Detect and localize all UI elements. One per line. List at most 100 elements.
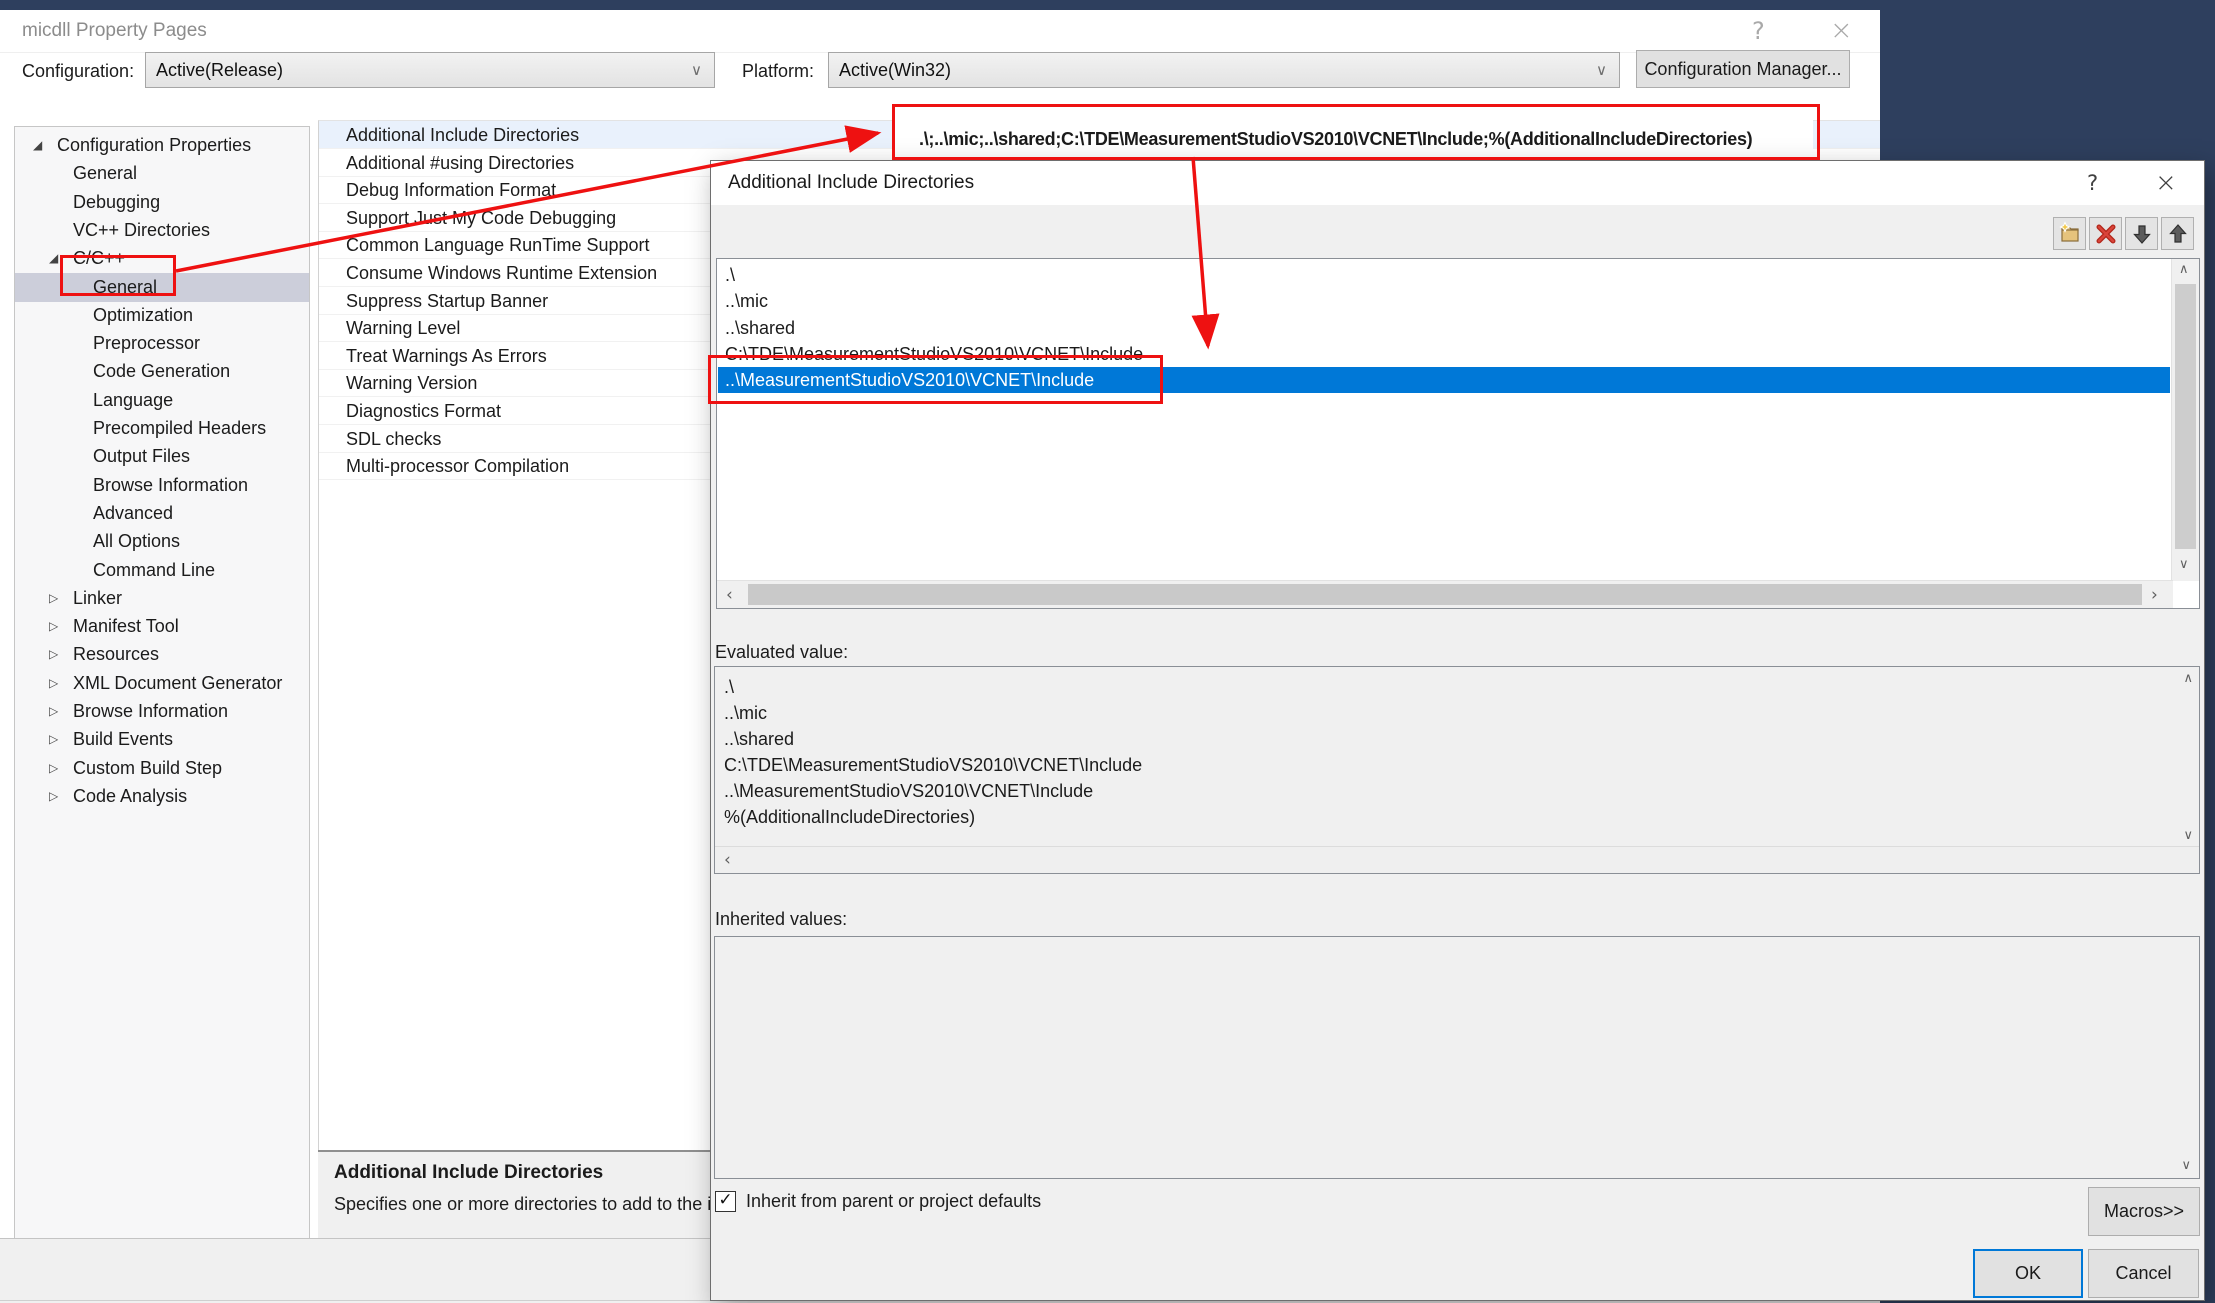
- expander-expanded-icon[interactable]: ◢: [49, 244, 58, 273]
- sidebar-item-output-files[interactable]: Output Files: [15, 442, 309, 471]
- move-up-button[interactable]: [2161, 217, 2194, 250]
- directory-list-item[interactable]: ..\MeasurementStudioVS2010\VCNET\Include: [718, 367, 2170, 393]
- scroll-up-icon[interactable]: ∧: [2179, 262, 2189, 277]
- tree-item-label: Command Line: [93, 556, 215, 585]
- sidebar-item-general[interactable]: General: [15, 273, 309, 302]
- evaluated-value-line: .\: [724, 674, 734, 700]
- move-down-button[interactable]: [2125, 217, 2158, 250]
- expander-collapsed-icon[interactable]: ▷: [49, 612, 58, 641]
- sidebar-item-advanced[interactable]: Advanced: [15, 499, 309, 528]
- tree-item-label: Debugging: [73, 188, 160, 217]
- horizontal-scroll-thumb[interactable]: [748, 584, 2142, 605]
- platform-select[interactable]: Active(Win32) ∨: [828, 52, 1620, 88]
- tree-item-label: Browse Information: [73, 697, 228, 726]
- inherit-defaults-label: Inherit from parent or project defaults: [746, 1191, 1041, 1212]
- directory-list-item[interactable]: ..\mic: [718, 288, 2170, 314]
- macros-button[interactable]: Macros>>: [2088, 1187, 2200, 1236]
- window-help-icon[interactable]: ?: [1752, 10, 1765, 52]
- description-text: Specifies one or more directories to add…: [334, 1194, 721, 1215]
- new-line-icon: [2057, 221, 2083, 247]
- dialog-help-icon[interactable]: ?: [2087, 161, 2098, 205]
- sidebar-item-general[interactable]: General: [15, 159, 309, 188]
- directory-list-item[interactable]: C:\TDE\MeasurementStudioVS2010\VCNET\Inc…: [718, 341, 2170, 367]
- new-line-button[interactable]: [2053, 217, 2086, 250]
- dialog-title: Additional Include Directories: [728, 161, 974, 205]
- sidebar-item-resources[interactable]: ▷Resources: [15, 640, 309, 669]
- expander-expanded-icon[interactable]: ◢: [33, 131, 42, 160]
- evaluated-value-line: %(AdditionalIncludeDirectories): [724, 804, 975, 830]
- window-close-icon[interactable]: ×: [1830, 10, 1853, 52]
- configuration-select[interactable]: Active(Release) ∨: [145, 52, 715, 88]
- dialog-titlebar[interactable]: Additional Include Directories ? ×: [711, 161, 2204, 205]
- scroll-down-icon[interactable]: ∨: [2181, 1158, 2191, 1173]
- expander-collapsed-icon[interactable]: ▷: [49, 782, 58, 811]
- tree-item-label: XML Document Generator: [73, 669, 282, 698]
- ok-button[interactable]: OK: [1973, 1249, 2083, 1298]
- vertical-scroll-thumb[interactable]: [2175, 284, 2196, 549]
- expander-collapsed-icon[interactable]: ▷: [49, 697, 58, 726]
- expander-collapsed-icon[interactable]: ▷: [49, 584, 58, 613]
- tree-item-label: Advanced: [93, 499, 173, 528]
- tree-item-label: Precompiled Headers: [93, 414, 266, 443]
- tree-item-label: Output Files: [93, 442, 190, 471]
- sidebar-item-language[interactable]: Language: [15, 386, 309, 415]
- directory-list-item[interactable]: .\: [718, 262, 2170, 288]
- tree-item-label: Custom Build Step: [73, 754, 222, 783]
- delete-line-icon: [2094, 222, 2118, 246]
- sidebar-item-custom-build-step[interactable]: ▷ Custom Build Step: [15, 754, 309, 783]
- window-title: micdll Property Pages: [22, 10, 207, 52]
- chevron-down-icon: ∨: [691, 53, 702, 87]
- window-titlebar[interactable]: micdll Property Pages ? ×: [0, 10, 1880, 53]
- expander-collapsed-icon[interactable]: ▷: [49, 669, 58, 698]
- delete-line-button[interactable]: [2089, 217, 2122, 250]
- evaluated-value-box: ∧ ∨ ‹ .\..\mic..\sharedC:\TDE\Measuremen…: [714, 666, 2200, 874]
- sidebar-item-precompiled-headers[interactable]: Precompiled Headers: [15, 414, 309, 443]
- sidebar-item-code-analysis[interactable]: ▷ Code Analysis: [15, 782, 309, 811]
- expander-collapsed-icon[interactable]: ▷: [49, 725, 58, 754]
- sidebar-item-code-generation[interactable]: Code Generation: [15, 357, 309, 386]
- sidebar-item-build-events[interactable]: ▷Build Events: [15, 725, 309, 754]
- inherit-defaults-checkbox[interactable]: ✓: [715, 1191, 736, 1212]
- move-down-icon: [2130, 222, 2154, 246]
- sidebar-item-c-c-[interactable]: ◢C/C++: [15, 244, 309, 273]
- evaluated-horizontal-scrollbar[interactable]: ‹: [715, 846, 2199, 873]
- configuration-tree: ◢Configuration PropertiesGeneralDebuggin…: [14, 126, 310, 1246]
- scroll-left-icon[interactable]: ‹: [726, 585, 733, 605]
- tree-item-label: Browse Information: [93, 471, 248, 500]
- tree-item-label: Code Analysis: [73, 782, 187, 811]
- tree-item-label: Optimization: [93, 301, 193, 330]
- sidebar-item-configuration-properties[interactable]: ◢Configuration Properties: [15, 131, 309, 160]
- sidebar-item-xml-document-generator[interactable]: ▷ XML Document Generator: [15, 669, 309, 698]
- scroll-right-icon[interactable]: ›: [2151, 585, 2158, 605]
- tree-item-label: VC++ Directories: [73, 216, 210, 245]
- sidebar-item-vc-directories[interactable]: VC++ Directories: [15, 216, 309, 245]
- sidebar-item-optimization[interactable]: Optimization: [15, 301, 309, 330]
- directory-list-item[interactable]: ..\shared: [718, 315, 2170, 341]
- configuration-manager-button[interactable]: Configuration Manager...: [1636, 50, 1850, 88]
- sidebar-item-manifest-tool[interactable]: ▷ Manifest Tool: [15, 612, 309, 641]
- scroll-left-icon[interactable]: ‹: [724, 850, 731, 870]
- scroll-up-icon[interactable]: ∧: [2183, 671, 2193, 686]
- scroll-down-icon[interactable]: ∨: [2183, 828, 2193, 843]
- scroll-down-icon[interactable]: ∨: [2179, 557, 2189, 572]
- sidebar-item-linker[interactable]: ▷Linker: [15, 584, 309, 613]
- sidebar-item-browse-information[interactable]: Browse Information: [15, 471, 309, 500]
- sidebar-item-debugging[interactable]: Debugging: [15, 188, 309, 217]
- expander-collapsed-icon[interactable]: ▷: [49, 640, 58, 669]
- evaluated-value-line: ..\shared: [724, 726, 794, 752]
- sidebar-item-preprocessor[interactable]: Preprocessor: [15, 329, 309, 358]
- sidebar-item-all-options[interactable]: All Options: [15, 527, 309, 556]
- evaluated-value-line: ..\mic: [724, 700, 767, 726]
- move-up-icon: [2166, 222, 2190, 246]
- tree-item-label: All Options: [93, 527, 180, 556]
- list-horizontal-scrollbar[interactable]: ‹ ›: [717, 580, 2173, 608]
- cancel-button[interactable]: Cancel: [2088, 1249, 2199, 1298]
- list-vertical-scrollbar[interactable]: ∧ ∨: [2171, 259, 2199, 581]
- sidebar-item-browse-information[interactable]: ▷ Browse Information: [15, 697, 309, 726]
- additional-include-directories-dialog: Additional Include Directories ? ×: [710, 160, 2205, 1301]
- sidebar-item-command-line[interactable]: Command Line: [15, 556, 309, 585]
- tree-item-label: Manifest Tool: [73, 612, 179, 641]
- additional-include-directories-value[interactable]: .\;..\mic;..\shared;C:\TDE\MeasurementSt…: [895, 117, 1813, 162]
- expander-collapsed-icon[interactable]: ▷: [49, 754, 58, 783]
- dialog-close-icon[interactable]: ×: [2155, 161, 2177, 205]
